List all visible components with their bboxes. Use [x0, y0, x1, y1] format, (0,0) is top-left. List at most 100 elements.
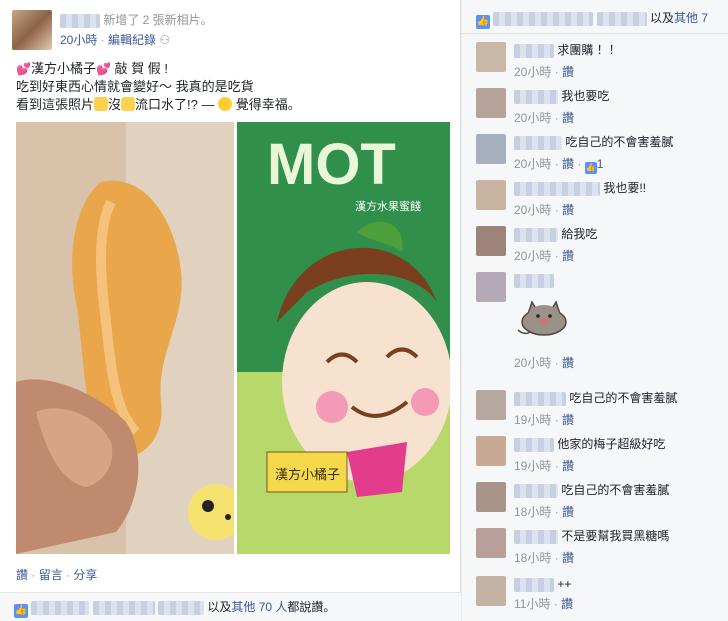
- commenter-name-blurred[interactable]: [514, 43, 554, 58]
- post-action-text: 新增了 2 張新相片。: [103, 13, 213, 27]
- commenter-avatar[interactable]: [476, 180, 506, 210]
- edit-history-link[interactable]: 編輯紀錄: [108, 33, 156, 47]
- comment-like-link[interactable]: 讚: [562, 413, 574, 427]
- comment-text: 我也要吃: [561, 89, 610, 103]
- commenter-name-blurred[interactable]: [514, 89, 558, 104]
- likes-prefix: 以及: [207, 600, 232, 614]
- comment-text: 求團購 ！！: [557, 43, 621, 57]
- package-illustration: MOT 漢方水果蜜餞 漢方小橘子: [237, 122, 450, 554]
- comment-text: 給我吃: [561, 227, 598, 241]
- comment-meta: 20小時 · 讚 · 👍1: [514, 157, 604, 174]
- like-thumb-icon: 👍: [584, 162, 597, 174]
- emoji-icon: [121, 97, 136, 111]
- commenter-name-blurred[interactable]: [514, 437, 554, 452]
- liker-name-blurred[interactable]: [31, 600, 90, 615]
- poster-avatar[interactable]: [12, 10, 52, 50]
- commenter-avatar[interactable]: [476, 528, 506, 558]
- audience-icon[interactable]: ⚇: [159, 33, 170, 47]
- commenter-name-blurred[interactable]: [514, 135, 562, 150]
- comment-text: 我也要!!: [603, 181, 647, 195]
- dried-fruit-illustration: [16, 122, 234, 554]
- like-action[interactable]: 讚: [16, 568, 28, 582]
- comment-meta: 19小時 · 讚: [514, 459, 575, 473]
- commenter-avatar[interactable]: [476, 42, 506, 72]
- heart-icon: 💕: [16, 62, 31, 76]
- post-time[interactable]: 20小時: [60, 33, 97, 47]
- emoji-icon: [94, 97, 109, 111]
- photo-dried-fruit[interactable]: [16, 122, 234, 554]
- likes-summary: 👍 以及其他 70 人都說讚。: [0, 592, 461, 621]
- comment-like-link[interactable]: 讚: [562, 505, 574, 519]
- package-caption-text: 漢方水果蜜餞: [355, 199, 421, 213]
- liker-name-blurred[interactable]: [92, 600, 155, 615]
- commenter-name-blurred[interactable]: [514, 391, 566, 406]
- comment-meta: 18小時 · 讚: [514, 551, 575, 565]
- photo-package[interactable]: MOT 漢方水果蜜餞 漢方小橘子: [237, 122, 450, 554]
- commenter-avatar[interactable]: [476, 88, 506, 118]
- likes-others-link[interactable]: 其他 70 人: [231, 600, 287, 614]
- comment-like-link[interactable]: 讚: [562, 111, 574, 125]
- comment-meta: 19小時 · 讚: [514, 413, 575, 427]
- post-card: 新增了 2 張新相片。 20小時 · 編輯紀錄 ⚇ 💕漢方小橘子💕 敲 賀 假 …: [0, 0, 461, 621]
- post-line1-name: 漢方小橘子: [30, 61, 96, 76]
- post-line3c: 流口水了!? —: [135, 97, 219, 112]
- post-line2: 吃到好東西心情就會變好～ 我真的是吃貨: [16, 79, 254, 94]
- post-line3b: 沒: [108, 97, 122, 112]
- comment-like-link[interactable]: 讚: [562, 157, 574, 171]
- comment-text: 吃自己的不會害羞膩: [565, 135, 674, 149]
- like-thumb-icon: 👍: [14, 604, 28, 618]
- post-header: 新增了 2 張新相片。 20小時 · 編輯紀錄 ⚇: [12, 10, 452, 50]
- commenter-name-blurred[interactable]: [514, 181, 600, 196]
- comment-meta: 20小時 · 讚: [514, 65, 575, 79]
- post-message: 💕漢方小橘子💕 敲 賀 假 ! 吃到好東西心情就會變好～ 我真的是吃貨 看到這張…: [16, 60, 446, 114]
- comments-column: 👍 以及其他 7 求團購 ！！ 20小時 · 讚 我也要吃 20小時 · 讚 吃…: [462, 0, 728, 621]
- right-likes-summary: 👍 以及其他 7: [462, 0, 728, 34]
- comment-like-link[interactable]: 讚: [562, 203, 574, 217]
- commenter-name-blurred[interactable]: [514, 483, 558, 498]
- commenter-avatar[interactable]: [476, 134, 506, 164]
- comment-like-link[interactable]: 讚: [562, 459, 574, 473]
- right-likes-prefix: 以及: [650, 11, 675, 25]
- comment-text: 吃自己的不會害羞膩: [561, 483, 670, 497]
- share-action[interactable]: 分享: [73, 568, 97, 582]
- liker-name-blurred[interactable]: [493, 11, 594, 26]
- package-label-text: 漢方小橘子: [275, 467, 340, 483]
- commenter-name-blurred[interactable]: [514, 273, 554, 288]
- right-likes-others[interactable]: 其他 7: [674, 11, 708, 25]
- commenter-avatar[interactable]: [476, 436, 506, 466]
- comment-like-link[interactable]: 讚: [562, 551, 574, 565]
- comment-meta: 20小時 · 讚: [514, 203, 575, 217]
- commenter-name-blurred[interactable]: [514, 577, 554, 592]
- comment-meta: 20小時 · 讚: [514, 356, 575, 370]
- heart-icon: 💕: [95, 62, 111, 76]
- comment-meta: 20小時 · 讚: [514, 111, 575, 125]
- liker-name-blurred[interactable]: [158, 600, 205, 615]
- likes-suffix: 都說讚。: [287, 600, 336, 614]
- poster-name-blurred[interactable]: [60, 13, 100, 28]
- comment-text: ++: [557, 577, 572, 591]
- smile-icon: [218, 97, 233, 111]
- pusheen-sticker[interactable]: [514, 294, 572, 336]
- liker-name-blurred[interactable]: [596, 11, 647, 26]
- commenter-avatar[interactable]: [476, 226, 506, 256]
- comment-item: 20小時 · 讚: [476, 272, 726, 372]
- commenter-avatar[interactable]: [476, 272, 506, 302]
- post-line1-rest: 敲 賀 假 !: [110, 61, 168, 76]
- comment-action[interactable]: 留言: [39, 568, 63, 582]
- commenter-avatar[interactable]: [476, 482, 506, 512]
- comment-like-link[interactable]: 讚: [562, 249, 574, 263]
- comment-like-link[interactable]: 讚: [562, 65, 574, 79]
- comment-like-link[interactable]: 讚: [561, 597, 573, 611]
- commenter-avatar[interactable]: [476, 576, 506, 606]
- package-brand-text: MOT: [267, 132, 396, 197]
- commenter-avatar[interactable]: [476, 390, 506, 420]
- commenter-name-blurred[interactable]: [514, 529, 558, 544]
- post-line3a: 看到這張照片: [16, 97, 95, 112]
- post-meta: 新增了 2 張新相片。 20小時 · 編輯紀錄 ⚇: [60, 12, 450, 48]
- commenter-name-blurred[interactable]: [514, 227, 558, 242]
- like-thumb-icon: 👍: [476, 15, 490, 29]
- comment-like-count[interactable]: 1: [597, 157, 604, 171]
- comment-meta: 20小時 · 讚: [514, 249, 575, 263]
- comment-text: 他家的梅子超級好吃: [557, 437, 666, 451]
- comment-like-link[interactable]: 讚: [562, 356, 574, 370]
